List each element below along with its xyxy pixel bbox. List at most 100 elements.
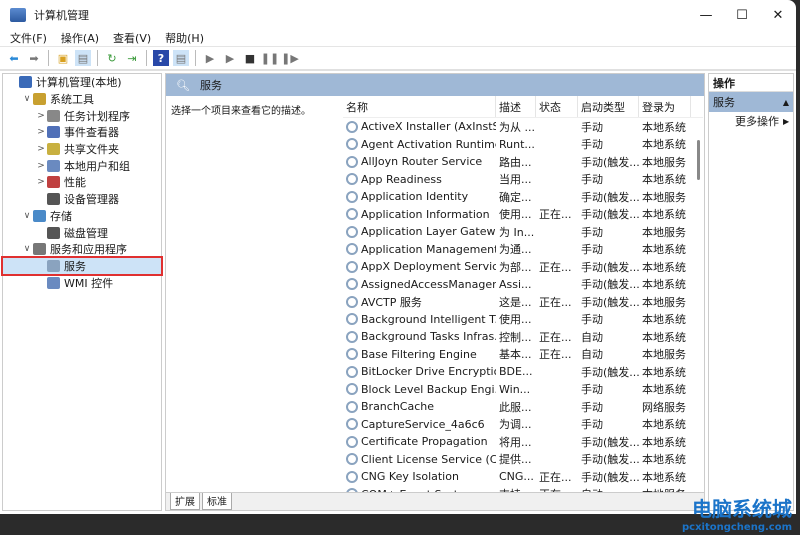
tree-item[interactable]: > 本地用户和组 (3, 157, 161, 174)
more-actions[interactable]: 更多操作 ▶ (709, 112, 793, 130)
forward-icon[interactable]: ➡ (26, 50, 42, 66)
service-row[interactable]: AVCTP 服务 这是... 正在... 手动(触发... 本地服务 (343, 293, 703, 311)
service-name-text: Background Intelligent T... (361, 312, 496, 326)
service-cell: 手动 (581, 383, 603, 397)
tree-item[interactable]: > 共享文件夹 (3, 141, 161, 158)
service-row[interactable]: Client License Service (Cli...提供... 手动(触发… (343, 451, 703, 469)
service-row[interactable]: Application Identity 确定... 手动(触发... 本地服务 (343, 188, 703, 206)
column-description[interactable]: 描述 (496, 96, 536, 117)
gear-icon (346, 155, 358, 168)
service-row[interactable]: Agent Activation Runtime...Runt... 手动 本地系统 (343, 136, 703, 154)
service-name: Client License Service (Cli... (343, 453, 496, 466)
tab-extended[interactable]: 扩展 (170, 493, 200, 510)
service-name-text: AppX Deployment Servic... (361, 260, 496, 274)
service-row[interactable]: Base Filtering Engine 基本... 正在... 自动 本地服务 (343, 346, 703, 364)
service-cell: 正在... (539, 208, 572, 222)
view-tabs: 扩展 标准 (166, 492, 704, 510)
expand-arrow-icon[interactable]: ∨ (21, 244, 33, 254)
actions-section-services[interactable]: 服务 ▲ (709, 92, 793, 112)
service-cell: 手动 (581, 173, 603, 187)
tab-standard[interactable]: 标准 (202, 493, 232, 510)
start-alt-icon[interactable]: ▶ (222, 50, 238, 66)
stop-icon[interactable]: ■ (242, 50, 258, 66)
expand-arrow-icon[interactable]: > (35, 127, 47, 137)
tree-item-label: 服务和应用程序 (50, 243, 127, 257)
tree-item[interactable]: 计算机管理(本地) (3, 74, 161, 91)
tree-node-icon (47, 259, 60, 272)
service-name: Background Intelligent T... (343, 313, 496, 326)
tree-item[interactable]: > 任务计划程序 (3, 107, 161, 124)
menu-help[interactable]: 帮助(H) (165, 30, 204, 46)
service-cell: 本地服务 (642, 295, 686, 309)
column-status[interactable]: 状态 (536, 96, 578, 117)
service-row[interactable]: BitLocker Drive Encryptio... BDE... 手动(触发.… (343, 363, 703, 381)
menu-action[interactable]: 操作(A) (61, 30, 99, 46)
collapse-icon[interactable]: ▲ (783, 98, 789, 107)
expand-arrow-icon[interactable]: > (35, 144, 47, 154)
expand-arrow-icon[interactable]: > (35, 161, 47, 171)
service-row[interactable]: App Readiness 当用... 手动 本地系统 (343, 171, 703, 189)
service-row[interactable]: Application Management 为通... 手动 本地系统 (343, 241, 703, 259)
service-name-text: Application Layer Gatewa... (361, 225, 496, 239)
refresh-icon[interactable]: ↻ (104, 50, 120, 66)
help-icon[interactable]: ? (153, 50, 169, 66)
tree-item[interactable]: ∨ 系统工具 (3, 91, 161, 108)
tree-item-label: 服务 (64, 259, 86, 273)
service-name-text: AVCTP 服务 (361, 295, 422, 309)
service-row[interactable]: CNG Key Isolation CNG... 正在... 手动(触发... 本地系统 (343, 468, 703, 486)
tree-item[interactable]: ∨ 服务和应用程序 (3, 241, 161, 258)
tree-node-icon (33, 209, 46, 222)
show-tree-icon[interactable]: ▤ (75, 50, 91, 66)
service-row[interactable]: Application Information 使用... 正在... 手动(触发..… (343, 206, 703, 224)
column-name[interactable]: 名称 (343, 96, 496, 117)
column-startup-type[interactable]: 启动类型 (578, 96, 639, 117)
tree-item[interactable]: 设备管理器 (3, 191, 161, 208)
tree-item[interactable]: 磁盘管理 (3, 224, 161, 241)
service-row[interactable]: AllJoyn Router Service 路由... 手动(触发... 本地服务 (343, 153, 703, 171)
service-name-text: Base Filtering Engine (361, 347, 477, 361)
service-cell: 本地服务 (642, 155, 686, 169)
service-cell: 手动 (581, 400, 603, 414)
service-row[interactable]: Block Level Backup Engi... Win... 手动 本地系统 (343, 381, 703, 399)
service-row[interactable]: Background Tasks Infras... 控制... 正在... 自动 本地… (343, 328, 703, 346)
tree-item[interactable]: WMI 控件 (3, 274, 161, 291)
up-icon[interactable]: ▣ (55, 50, 71, 66)
menu-file[interactable]: 文件(F) (10, 30, 47, 46)
start-icon[interactable]: ▶ (202, 50, 218, 66)
service-row[interactable]: Application Layer Gatewa...为 In... 手动 本地服务 (343, 223, 703, 241)
menu-view[interactable]: 查看(V) (113, 30, 151, 46)
column-log-on-as[interactable]: 登录为 (639, 96, 691, 117)
expand-arrow-icon[interactable]: ∨ (21, 211, 33, 221)
service-name-text: App Readiness (361, 172, 442, 186)
back-icon[interactable]: ⬅ (6, 50, 22, 66)
tree-item[interactable]: 服务 (1, 255, 163, 277)
minimize-button[interactable]: — (688, 0, 724, 30)
maximize-button[interactable]: ☐ (724, 0, 760, 30)
service-cell: CNG... (499, 470, 534, 484)
expand-arrow-icon[interactable]: ∨ (21, 94, 33, 104)
service-row[interactable]: CaptureService_4a6c6 为调... 手动 本地系统 (343, 416, 703, 434)
export-icon[interactable]: ⇥ (124, 50, 140, 66)
expand-arrow-icon[interactable]: > (35, 177, 47, 187)
service-row[interactable]: AppX Deployment Servic... 为部... 正在... 手动(触发… (343, 258, 703, 276)
service-cell: 正在... (539, 295, 572, 309)
tree-item[interactable]: > 事件查看器 (3, 124, 161, 141)
service-row[interactable]: AssignedAccessManager... Assi... 手动(触发... 本… (343, 276, 703, 294)
pause-icon[interactable]: ❚❚ (261, 50, 279, 66)
service-cell: 自动 (581, 348, 603, 362)
close-button[interactable]: ✕ (760, 0, 796, 30)
resume-icon[interactable]: ❚▶ (281, 50, 299, 66)
vertical-scrollbar[interactable] (697, 140, 700, 180)
expand-arrow-icon[interactable]: > (35, 111, 47, 121)
service-row[interactable]: ActiveX Installer (AxInstSV)为从 ... 手动 本地系统 (343, 118, 703, 136)
service-cell: 本地服务 (642, 348, 686, 362)
tree-item-label: 磁盘管理 (64, 226, 108, 240)
tree-item[interactable]: > 性能 (3, 174, 161, 191)
tree-item-label: 存储 (50, 209, 72, 223)
view-icon[interactable]: ▤ (173, 50, 189, 66)
service-row[interactable]: Background Intelligent T... 使用... 手动 本地系统 (343, 311, 703, 329)
service-row[interactable]: Certificate Propagation 将用... 手动(触发... 本地系统 (343, 433, 703, 451)
tree-item[interactable]: ∨ 存储 (3, 208, 161, 225)
service-cell: 手动 (581, 120, 603, 134)
service-row[interactable]: BranchCache 此服... 手动 网络服务 (343, 398, 703, 416)
